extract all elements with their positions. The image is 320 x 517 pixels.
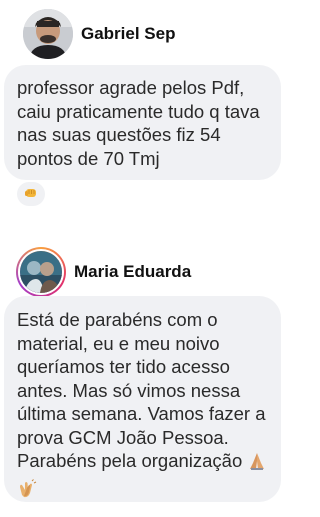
folded-hands-icon xyxy=(247,451,267,477)
avatar[interactable] xyxy=(23,9,73,59)
clapping-hands-icon xyxy=(17,478,37,505)
reaction-badge[interactable] xyxy=(17,182,45,206)
comment-text: Está de parabéns com o material, eu e me… xyxy=(17,309,266,471)
comment-bubble: Está de parabéns com o material, eu e me… xyxy=(4,296,281,502)
fist-bump-icon xyxy=(23,185,39,204)
comment-bubble: professor agrade pelos Pdf, caiu pratica… xyxy=(4,65,281,180)
author-name[interactable]: Maria Eduarda xyxy=(74,262,191,282)
avatar[interactable] xyxy=(16,247,66,297)
author-name[interactable]: Gabriel Sep xyxy=(81,24,175,44)
comment-header: Maria Eduarda xyxy=(16,247,191,297)
comment-header: Gabriel Sep xyxy=(23,9,175,59)
comment-text: professor agrade pelos Pdf, caiu pratica… xyxy=(17,77,260,169)
